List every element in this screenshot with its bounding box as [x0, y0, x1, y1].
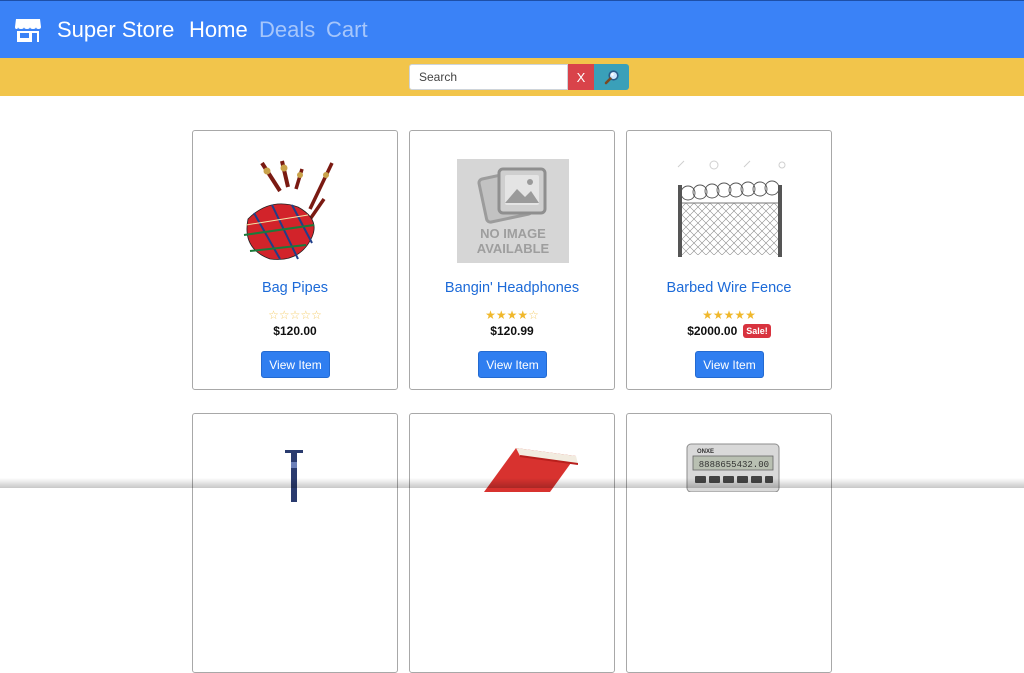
price-value: $120.00 [273, 324, 317, 338]
barbed-wire-fence-image[interactable] [674, 159, 786, 263]
sale-badge: Sale! [743, 324, 771, 338]
no-image-text: AVAILABLE [477, 241, 550, 256]
calculator-brand: ONXE [697, 449, 714, 455]
product-card: Bag Pipes ☆☆☆☆☆ $120.00 View Item [192, 130, 398, 390]
price-value: $120.99 [490, 324, 534, 338]
view-item-button[interactable]: View Item [695, 351, 764, 378]
product-card: ONXE 8888655432.00 [626, 413, 832, 673]
product-card: NO IMAGE AVAILABLE Bangin' Headphones ★★… [409, 130, 615, 390]
navbar: Super Store Home Deals Cart [0, 0, 1024, 58]
bottom-shadow [0, 478, 1024, 488]
product-price: $120.99 [410, 324, 614, 338]
product-price: $2000.00 Sale! [627, 324, 831, 338]
product-title[interactable]: Bag Pipes [193, 280, 397, 296]
product-title[interactable]: Barbed Wire Fence [627, 280, 831, 296]
clear-search-button[interactable]: X [568, 64, 594, 90]
no-image-placeholder[interactable]: NO IMAGE AVAILABLE [457, 159, 569, 263]
view-item-button[interactable]: View Item [261, 351, 330, 378]
search-button[interactable] [594, 64, 629, 90]
cane-image[interactable] [279, 442, 309, 502]
price-value: $2000.00 [687, 324, 738, 338]
product-card: Barbed Wire Fence ★★★★★ $2000.00 Sale! Vi… [626, 130, 832, 390]
product-price: $120.00 [193, 324, 397, 338]
nav-link-home[interactable]: Home [189, 17, 248, 43]
magnifier-icon [604, 70, 619, 85]
bagpipes-image[interactable] [240, 159, 352, 263]
rating-stars: ★★★★★ [702, 308, 756, 322]
product-card [192, 413, 398, 673]
product-card [409, 413, 615, 673]
nav-link-cart[interactable]: Cart [326, 17, 368, 43]
product-title[interactable]: Bangin' Headphones [410, 280, 614, 296]
no-image-text: NO IMAGE [480, 226, 546, 241]
view-item-button[interactable]: View Item [478, 351, 547, 378]
store-icon[interactable] [14, 16, 42, 44]
nav-link-deals[interactable]: Deals [259, 17, 315, 43]
brand-name[interactable]: Super Store [57, 17, 174, 43]
calculator-display: 8888655432.00 [699, 460, 769, 470]
search-bar: X [0, 58, 1024, 96]
rating-stars: ★★★★☆ [485, 308, 539, 322]
search-input[interactable] [409, 64, 568, 90]
rating-stars: ☆☆☆☆☆ [268, 308, 322, 322]
